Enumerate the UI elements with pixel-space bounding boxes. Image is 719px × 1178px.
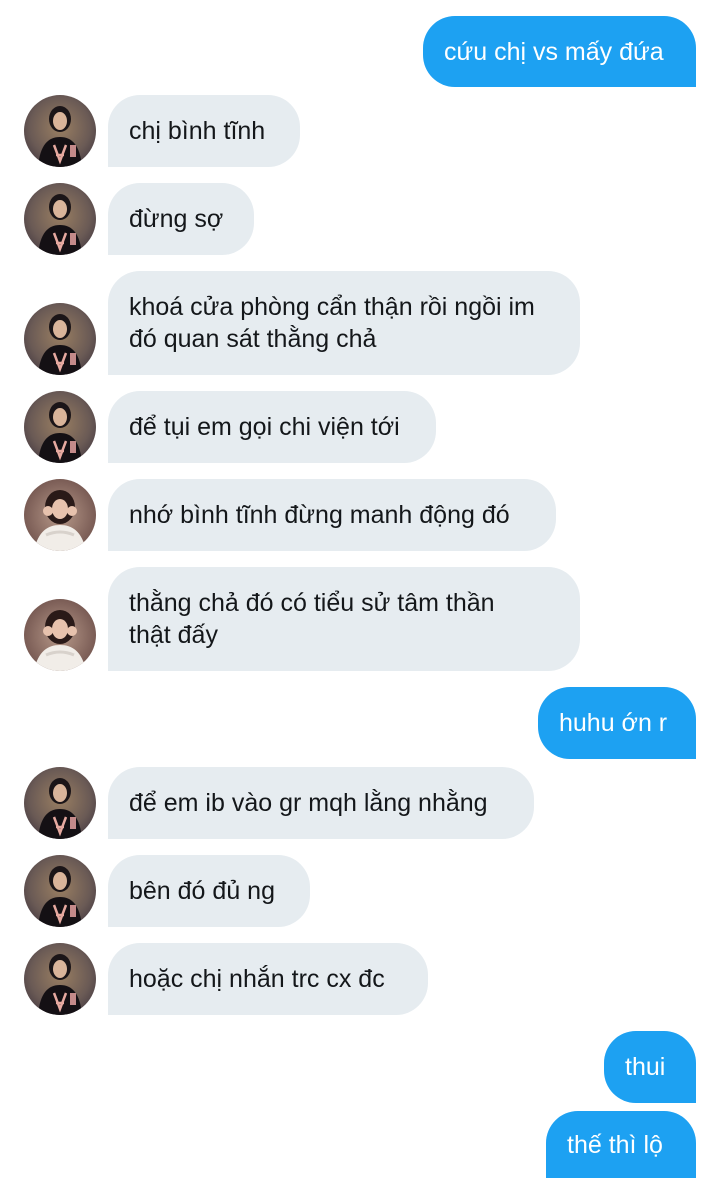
avatar-b-icon[interactable] [24,479,96,551]
outgoing-bubble[interactable]: thế thì lộ [546,1111,696,1178]
avatar-a-icon[interactable] [24,943,96,1015]
avatar-a-icon[interactable] [24,303,96,375]
incoming-bubble[interactable]: nhớ bình tĩnh đừng manh động đó [108,479,556,551]
avatar-a-icon[interactable] [24,855,96,927]
avatar-a-icon[interactable] [24,183,96,255]
incoming-bubble[interactable]: thằng chả đó có tiểu sử tâm thần thật đấ… [108,567,580,671]
message-thread: cứu chị vs mấy đứa chị bình tĩnh đừng sợ… [0,0,719,1178]
incoming-bubble[interactable]: đừng sợ [108,183,254,255]
outgoing-bubble[interactable]: thui [604,1031,696,1103]
avatar-a-icon[interactable] [24,767,96,839]
incoming-bubble[interactable]: khoá cửa phòng cẩn thận rồi ngồi im đó q… [108,271,580,375]
avatar-b-icon[interactable] [24,599,96,671]
incoming-bubble[interactable]: hoặc chị nhắn trc cx đc [108,943,428,1015]
avatar-a-icon[interactable] [24,95,96,167]
incoming-bubble[interactable]: chị bình tĩnh [108,95,300,167]
incoming-bubble[interactable]: để em ib vào gr mqh lằng nhằng [108,767,534,839]
incoming-bubble[interactable]: bên đó đủ ng [108,855,310,927]
avatar-a-icon[interactable] [24,391,96,463]
outgoing-bubble[interactable]: huhu ớn r [538,687,696,759]
outgoing-bubble[interactable]: cứu chị vs mấy đứa [423,16,696,87]
incoming-bubble[interactable]: để tụi em gọi chi viện tới [108,391,436,463]
